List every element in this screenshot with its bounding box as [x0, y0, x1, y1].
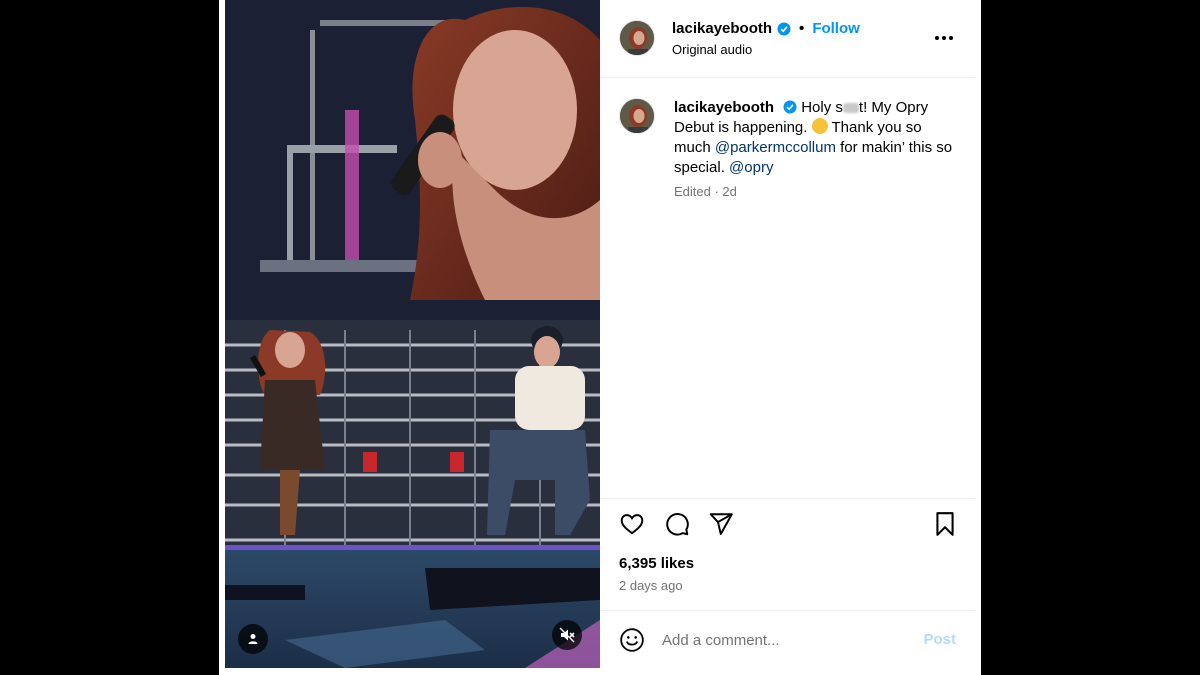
caption-part: Holy s	[801, 99, 843, 116]
muted-speaker-icon	[559, 627, 575, 643]
likes-count[interactable]: 6,395 likes	[619, 555, 694, 572]
username-link[interactable]: lacikayebooth	[672, 20, 772, 37]
comment-button[interactable]	[664, 511, 690, 542]
censor-blur	[842, 103, 859, 114]
teary-face-emoji-icon	[811, 118, 828, 134]
avatar[interactable]	[619, 98, 655, 134]
tagged-users-button[interactable]	[238, 624, 268, 654]
mention-link[interactable]: @parkermccollum	[715, 139, 836, 156]
follow-button[interactable]: Follow	[812, 20, 860, 37]
action-bar: 6,395 likes 2 days ago	[600, 498, 975, 610]
comment-icon	[666, 513, 689, 536]
video-frame	[225, 0, 600, 668]
emoji-icon	[620, 628, 644, 652]
avatar[interactable]	[619, 20, 655, 56]
post-details-panel: lacikayebooth • Follow Original audio la…	[600, 0, 975, 668]
bookmark-icon	[936, 512, 954, 536]
mute-toggle-button[interactable]	[552, 620, 582, 650]
comment-input[interactable]	[662, 629, 912, 651]
comment-bar: Post	[600, 610, 975, 668]
mention-link[interactable]: @opry	[729, 159, 773, 176]
separator-dot: •	[799, 20, 805, 37]
share-button[interactable]	[708, 511, 734, 542]
post-comment-button[interactable]: Post	[923, 631, 956, 648]
like-button[interactable]	[619, 511, 645, 542]
post-video[interactable]	[225, 0, 600, 668]
profile-photo	[620, 21, 654, 55]
caption-text: lacikayebooth Holy s t! My Opry Debut is …	[674, 98, 954, 178]
caption-username[interactable]: lacikayebooth	[674, 99, 774, 116]
caption-meta: Edited · 2d	[674, 184, 737, 199]
emoji-picker-button[interactable]	[619, 627, 645, 658]
verified-badge-icon	[777, 22, 791, 35]
profile-photo	[620, 99, 654, 133]
audio-link[interactable]: Original audio	[672, 42, 752, 57]
caption-section: lacikayebooth Holy s t! My Opry Debut is …	[600, 78, 975, 498]
user-tag-icon	[248, 634, 258, 644]
more-options-icon[interactable]	[935, 36, 953, 40]
post-header: lacikayebooth • Follow Original audio	[600, 0, 975, 78]
verified-badge-icon	[783, 100, 797, 114]
post-timestamp[interactable]: 2 days ago	[619, 578, 683, 593]
share-icon	[709, 513, 733, 535]
heart-icon	[620, 514, 644, 535]
save-button[interactable]	[933, 511, 957, 542]
header-username-row: lacikayebooth • Follow	[672, 20, 860, 37]
